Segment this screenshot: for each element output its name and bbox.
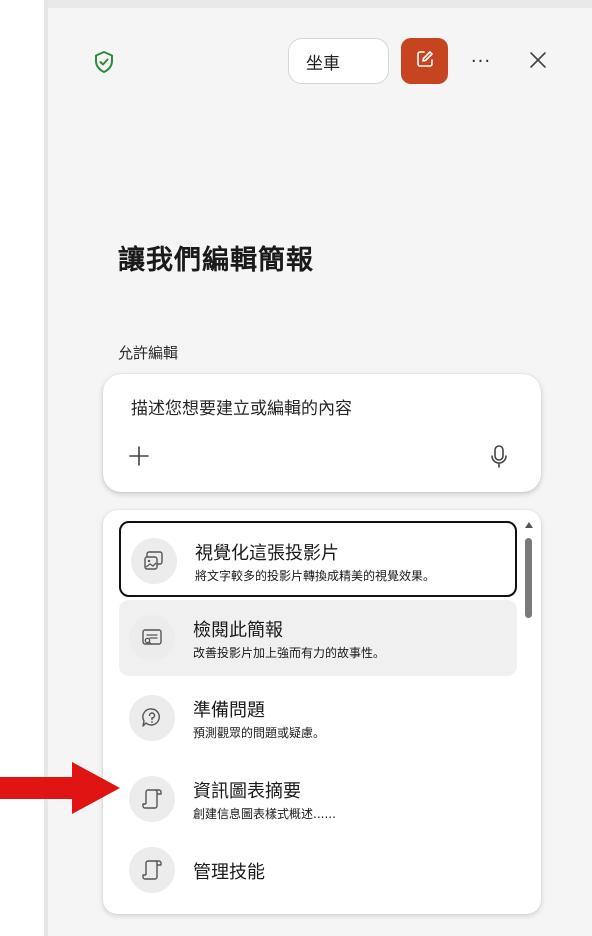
scroll-icon: [129, 776, 175, 822]
shield-check-icon[interactable]: [92, 50, 116, 74]
more-options-button[interactable]: ···: [466, 48, 496, 74]
prompt-suggestions-menu: 視覺化這張投影片 將文字較多的投影片轉換成精美的視覺效果。 檢閱此簡報 改善投影…: [103, 510, 541, 914]
menu-item-description: 創建信息圖表樣式概述......: [193, 807, 336, 821]
red-arrow-annotation: [0, 760, 122, 816]
menu-item-prepare-questions[interactable]: 準備問題 預測觀眾的問題或疑慮。: [119, 680, 517, 756]
prompt-input[interactable]: 描述您想要建立或編輯的內容: [131, 394, 352, 419]
menu-item-title: 檢閱此簡報: [193, 620, 283, 641]
page-title: 讓我們編輯簡報: [118, 245, 314, 276]
menu-item-title: 準備問題: [193, 700, 265, 721]
review-slide-icon: [129, 615, 175, 661]
menu-item-title: 資訊圖表摘要: [193, 781, 301, 802]
image-slide-icon: [131, 538, 177, 584]
mode-selector-button[interactable]: 坐車: [288, 38, 389, 84]
add-attachment-button[interactable]: [125, 444, 153, 472]
menu-item-description: 改善投影片加上強而有力的故事性。: [193, 646, 386, 660]
copilot-panel: 坐車 ··· 讓我們編輯簡報 允許編輯 描述您想要建立或編輯的內容 視覺化這張投…: [48, 0, 592, 936]
top-edge: [48, 0, 592, 8]
close-button[interactable]: [524, 48, 552, 76]
mode-selector-label: 坐車: [306, 53, 340, 74]
question-bubble-icon: [129, 695, 175, 741]
edit-permission-label: 允許編輯: [118, 344, 179, 362]
microphone-button[interactable]: [485, 444, 513, 474]
menu-item-review-presentation[interactable]: 檢閱此簡報 改善投影片加上強而有力的故事性。: [119, 600, 517, 676]
prompt-composer[interactable]: 描述您想要建立或編輯的內容: [103, 374, 541, 492]
close-icon: [528, 50, 548, 74]
scroll-thumb[interactable]: [525, 538, 532, 618]
menu-item-title: 視覺化這張投影片: [195, 543, 339, 564]
menu-item-title: 管理技能: [193, 862, 265, 883]
new-chat-button[interactable]: [401, 38, 448, 84]
menu-item-description: 預測觀眾的問題或疑慮。: [193, 726, 326, 740]
scroll-icon: [129, 847, 175, 893]
more-icon: ···: [470, 50, 492, 72]
menu-item-manage-skills[interactable]: 管理技能: [119, 832, 517, 908]
compose-icon: [414, 48, 436, 74]
menu-scrollbar[interactable]: [523, 522, 535, 632]
plus-icon: [127, 444, 151, 472]
scroll-up-icon[interactable]: [525, 522, 533, 528]
menu-item-visualize-slide[interactable]: 視覺化這張投影片 將文字較多的投影片轉換成精美的視覺效果。: [119, 521, 517, 597]
menu-item-infographic-summary[interactable]: 資訊圖表摘要 創建信息圖表樣式概述......: [119, 761, 517, 837]
microphone-icon: [489, 444, 509, 474]
menu-item-description: 將文字較多的投影片轉換成精美的視覺效果。: [195, 569, 436, 583]
